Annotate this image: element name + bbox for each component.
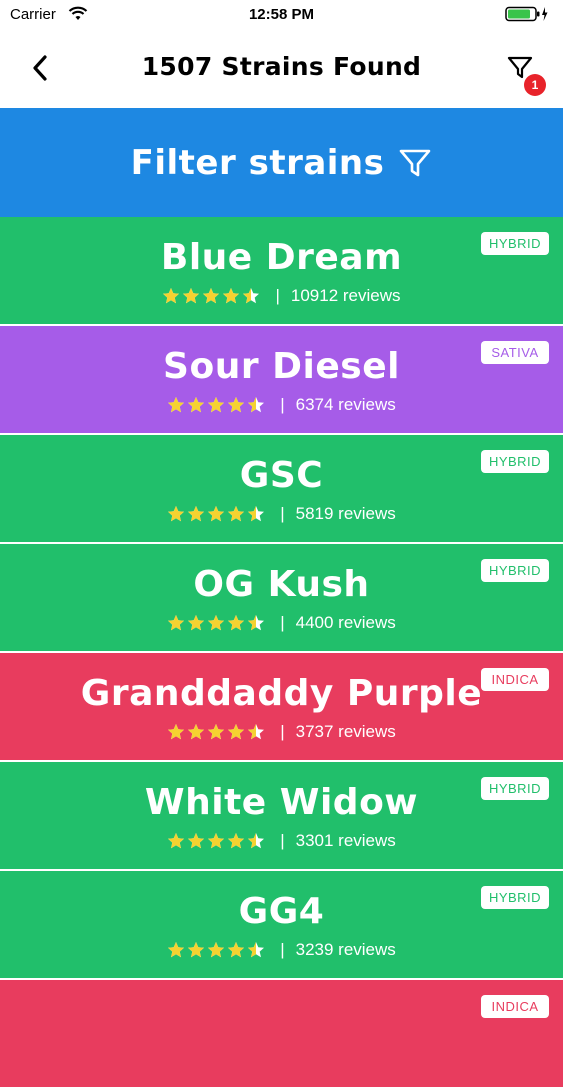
strain-card[interactable]: Sour Diesel | 6374 reviews SATIVA [0,326,563,433]
strain-name: OG Kush [193,564,370,605]
strain-rating-row: | 4400 reviews [0,612,563,634]
strain-rating-row: | 5819 reviews [0,503,563,525]
strain-type-badge: HYBRID [481,232,549,255]
strain-type-badge: INDICA [481,668,549,691]
strain-name: Granddaddy Purple [80,673,483,714]
strain-card[interactable]: White Widow | 3301 reviews HYBRID [0,762,563,869]
strain-name: White Widow [144,782,419,823]
strain-name: GSC [239,455,324,496]
separator: | [280,722,285,741]
strain-name: Sour Diesel [163,346,400,387]
strain-card[interactable]: Blue Dream | 10912 reviews HYBRID [0,217,563,324]
strain-rating-row: | 3737 reviews [0,721,563,743]
strain-type-badge: SATIVA [481,341,549,364]
separator: | [280,831,285,850]
strain-rating-row: | 6374 reviews [0,394,563,416]
separator: | [280,613,285,632]
review-count: 6374 reviews [295,395,396,414]
strain-card[interactable]: OG Kush | 4400 reviews HYBRID [0,544,563,651]
filter-count-badge: 1 [524,74,546,96]
star-rating [167,396,267,414]
filter-strains-banner[interactable]: Filter strains [0,108,563,217]
status-bar: Carrier 12:58 PM [0,0,563,30]
strain-rating-row: | 10912 reviews [0,285,563,307]
separator: | [280,940,285,959]
strain-name: Blue Dream [160,237,403,278]
separator: | [275,286,280,305]
strain-card[interactable]: Granddaddy Purple | 3737 reviews INDICA [0,653,563,760]
nav-bar: 1507 Strains Found 1 [0,30,563,108]
strain-card[interactable]: GSC | 5819 reviews HYBRID [0,435,563,542]
star-rating [167,723,267,741]
review-count: 10912 reviews [290,286,401,305]
star-rating [167,832,267,850]
strain-type-badge: HYBRID [481,886,549,909]
strain-name: GG4 [238,891,325,932]
review-count: 5819 reviews [295,504,396,523]
review-count: 3737 reviews [295,722,396,741]
strain-card[interactable]: INDICA [0,980,563,1087]
strain-type-badge: HYBRID [481,777,549,800]
page-title: 1507 Strains Found [141,52,422,81]
star-rating [167,941,267,959]
star-rating [162,287,262,305]
strain-card[interactable]: GG4 | 3239 reviews HYBRID [0,871,563,978]
review-count: 4400 reviews [295,613,396,632]
strain-type-badge: HYBRID [481,450,549,473]
strain-type-badge: HYBRID [481,559,549,582]
strain-rating-row: | 3239 reviews [0,939,563,961]
separator: | [280,504,285,523]
separator: | [280,395,285,414]
star-rating [167,505,267,523]
star-rating [167,614,267,632]
filter-icon [400,149,431,176]
review-count: 3239 reviews [295,940,396,959]
review-count: 3301 reviews [295,831,396,850]
filter-banner-label: Filter strains [130,142,385,183]
strain-type-badge: INDICA [481,995,549,1018]
battery-icon [505,6,549,26]
strain-list: Blue Dream | 10912 reviews HYBRID Sour Diese… [0,217,563,1089]
strain-rating-row: | 3301 reviews [0,830,563,852]
status-time: 12:58 PM [248,6,315,23]
